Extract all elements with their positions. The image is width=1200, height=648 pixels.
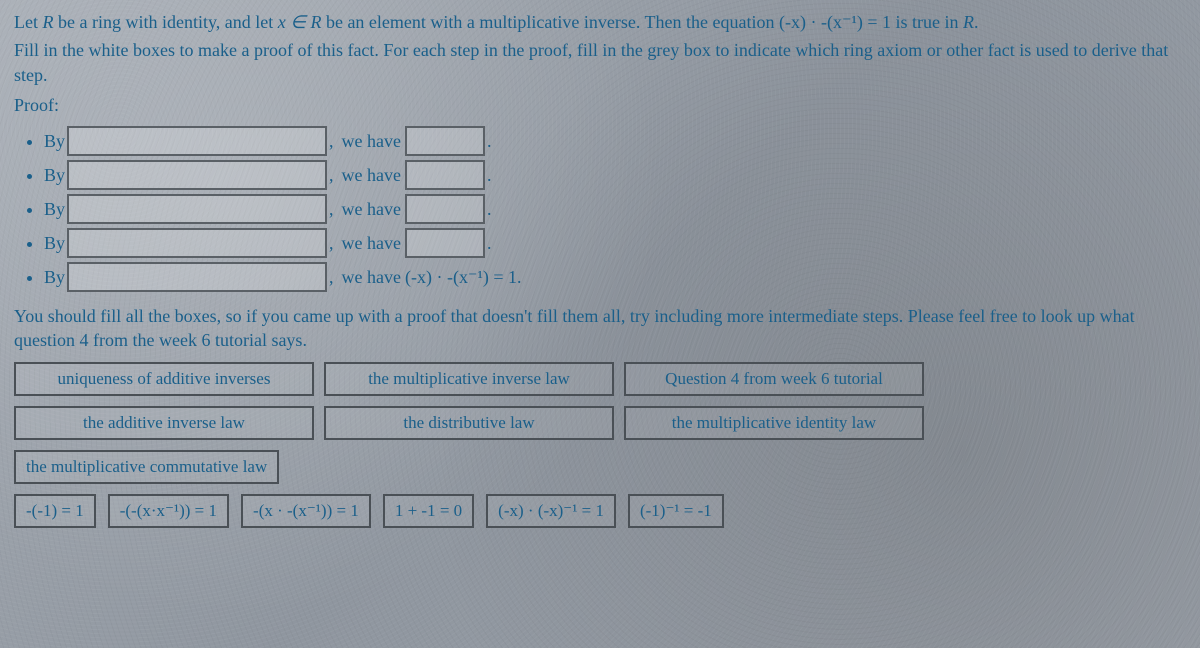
- txt: be a ring with identity, and let: [54, 12, 278, 32]
- main-equation: (-x) · -(x⁻¹) = 1: [779, 12, 891, 32]
- problem-statement-line2: Fill in the white boxes to make a proof …: [14, 38, 1186, 87]
- reason-input-2[interactable]: [67, 160, 327, 190]
- by-label: By: [44, 160, 65, 190]
- choice-additive-inverse-law[interactable]: the additive inverse law: [14, 406, 314, 440]
- by-label: By: [44, 228, 65, 258]
- period: .: [487, 228, 492, 258]
- proof-step-5: By , we have (-x) · -(x⁻¹) = 1.: [44, 262, 1186, 292]
- choice-math-negx-negx-inv[interactable]: (-x) · (-x)⁻¹ = 1: [486, 494, 616, 528]
- proof-label: Proof:: [14, 95, 1186, 116]
- choice-distributive-law[interactable]: the distributive law: [324, 406, 614, 440]
- txt: is true in: [891, 12, 963, 32]
- we-have-label: we have: [342, 194, 401, 224]
- comma: ,: [329, 160, 334, 190]
- txt: .: [974, 12, 979, 32]
- choices-row-2: the additive inverse law the distributiv…: [14, 406, 1186, 440]
- choices-row-3: the multiplicative commutative law: [14, 450, 1186, 484]
- txt: Let: [14, 12, 43, 32]
- period: .: [487, 126, 492, 156]
- choice-multiplicative-commutative-law[interactable]: the multiplicative commutative law: [14, 450, 279, 484]
- we-have-label: we have: [342, 262, 401, 292]
- reason-input-4[interactable]: [67, 228, 327, 258]
- choice-uniqueness-additive-inverses[interactable]: uniqueness of additive inverses: [14, 362, 314, 396]
- proof-steps-list: By , we have . By , we have . By ,: [44, 126, 1186, 292]
- by-label: By: [44, 262, 65, 292]
- proof-step-4: By , we have .: [44, 228, 1186, 258]
- by-label: By: [44, 194, 65, 224]
- comma: ,: [329, 194, 334, 224]
- choice-math-neg-neg-xxinv[interactable]: -(-(x·x⁻¹)) = 1: [108, 494, 229, 528]
- proof-step-1: By , we have .: [44, 126, 1186, 156]
- reason-input-3[interactable]: [67, 194, 327, 224]
- we-have-label: we have: [342, 160, 401, 190]
- comma: ,: [329, 228, 334, 258]
- proof-step-3: By , we have .: [44, 194, 1186, 224]
- comma: ,: [329, 126, 334, 156]
- reason-input-1[interactable]: [67, 126, 327, 156]
- result-input-4[interactable]: [405, 228, 485, 258]
- problem-statement-line1: Let R be a ring with identity, and let x…: [14, 10, 1186, 34]
- ring-R: R: [43, 12, 54, 32]
- choice-multiplicative-inverse-law[interactable]: the multiplicative inverse law: [324, 362, 614, 396]
- proof-step-2: By , we have .: [44, 160, 1186, 190]
- reason-input-5[interactable]: [67, 262, 327, 292]
- choices-area: uniqueness of additive inverses the mult…: [14, 362, 1186, 528]
- comma: ,: [329, 262, 334, 292]
- choice-math-1-plus-neg1[interactable]: 1 + -1 = 0: [383, 494, 474, 528]
- choices-row-1: uniqueness of additive inverses the mult…: [14, 362, 1186, 396]
- period: .: [487, 194, 492, 224]
- choices-math-row: -(-1) = 1 -(-(x·x⁻¹)) = 1 -(x · -(x⁻¹)) …: [14, 494, 1186, 528]
- result-final: (-x) · -(x⁻¹) = 1.: [405, 262, 522, 292]
- choice-math-neg-x-neg-xinv[interactable]: -(x · -(x⁻¹)) = 1: [241, 494, 371, 528]
- result-input-3[interactable]: [405, 194, 485, 224]
- result-input-1[interactable]: [405, 126, 485, 156]
- period: .: [487, 160, 492, 190]
- choice-math-neg-neg-1[interactable]: -(-1) = 1: [14, 494, 96, 528]
- result-input-2[interactable]: [405, 160, 485, 190]
- x-in-R: x ∈ R: [278, 12, 322, 32]
- hint-text: You should fill all the boxes, so if you…: [14, 304, 1186, 353]
- txt: be an element with a multiplicative inve…: [321, 12, 779, 32]
- we-have-label: we have: [342, 126, 401, 156]
- choice-math-neg1-inv[interactable]: (-1)⁻¹ = -1: [628, 494, 724, 528]
- choice-question-4-week-6[interactable]: Question 4 from week 6 tutorial: [624, 362, 924, 396]
- we-have-label: we have: [342, 228, 401, 258]
- ring-R: R: [963, 12, 974, 32]
- choice-multiplicative-identity-law[interactable]: the multiplicative identity law: [624, 406, 924, 440]
- by-label: By: [44, 126, 65, 156]
